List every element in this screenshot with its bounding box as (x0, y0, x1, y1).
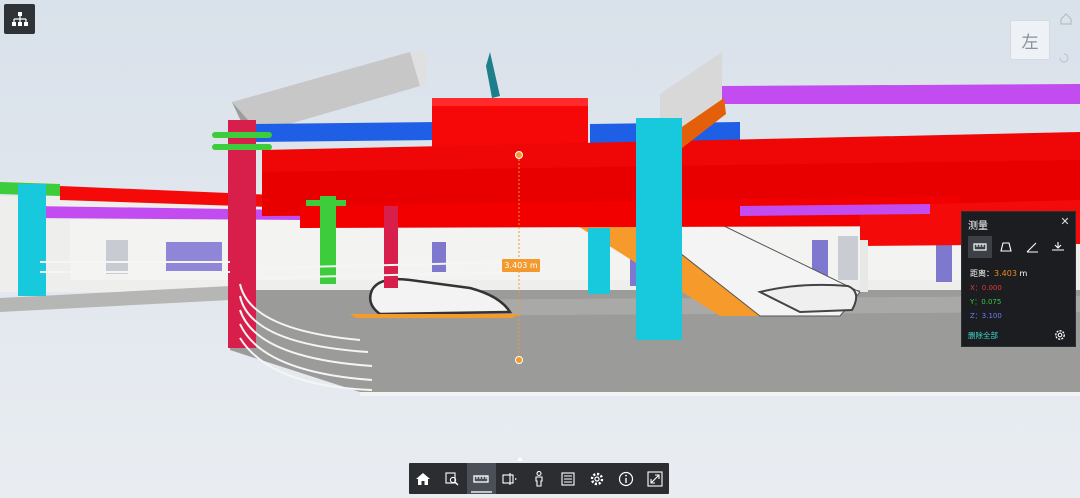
angle-icon (1026, 242, 1038, 253)
x-value: 0.000 (981, 284, 1002, 292)
gear-icon[interactable] (1053, 328, 1067, 342)
viewcube-rotate-icon[interactable] (1058, 52, 1070, 64)
distance-value: 3.403 (994, 269, 1017, 278)
viewcube-face-label: 左 (1021, 32, 1039, 53)
y-row: Y：0.075 (970, 297, 1001, 307)
ruler-icon (473, 474, 489, 483)
measure-panel-title: 测量 (968, 221, 988, 232)
measurement-label: 3.403 m (502, 259, 540, 272)
ruler-icon (973, 243, 987, 251)
distance-label: 距离： (970, 269, 994, 278)
viewcube-home-button[interactable] (1057, 10, 1075, 28)
clear-all-button[interactable]: 删除全部 (968, 330, 998, 341)
area-icon (1000, 242, 1012, 252)
settings-button[interactable] (582, 463, 611, 494)
info-button[interactable] (611, 463, 640, 494)
close-icon[interactable]: ✕ (1059, 215, 1071, 229)
hierarchy-icon (11, 12, 28, 26)
y-label: Y： (970, 298, 982, 306)
section-button[interactable] (496, 463, 525, 494)
fullscreen-button[interactable] (640, 463, 669, 494)
angle-mode-button[interactable] (1020, 236, 1044, 258)
distance-unit: m (1019, 269, 1028, 278)
elevation-mode-button[interactable] (1046, 236, 1070, 258)
distance-mode-button[interactable] (968, 236, 992, 258)
section-box-icon (502, 472, 518, 485)
home-view-button[interactable] (409, 463, 438, 494)
submenu-caret-icon (517, 457, 523, 461)
elevation-icon (1052, 242, 1064, 251)
distance-row: 距离：3.403 m (970, 268, 1027, 279)
model-viewport[interactable] (0, 0, 1080, 498)
measure-button[interactable] (466, 463, 496, 494)
fullscreen-icon (647, 470, 663, 487)
model-tree-button[interactable] (4, 4, 35, 34)
z-label: Z： (970, 312, 982, 320)
x-row: X：0.000 (970, 283, 1002, 293)
zoom-region-button[interactable] (438, 463, 467, 494)
home-icon (1060, 13, 1072, 25)
x-label: X： (970, 284, 982, 292)
area-mode-button[interactable] (994, 236, 1018, 258)
y-value: 0.075 (981, 298, 1002, 306)
properties-list-button[interactable] (553, 463, 582, 494)
person-icon (535, 470, 543, 487)
gear-icon (590, 472, 603, 485)
z-row: Z：3.100 (970, 311, 1002, 321)
walk-button[interactable] (525, 463, 554, 494)
z-value: 3.100 (981, 312, 1002, 320)
zoom-region-icon (445, 471, 459, 485)
info-icon (618, 471, 633, 486)
viewcube[interactable]: 左 (1010, 20, 1050, 60)
bottom-toolbar (409, 463, 669, 494)
measure-panel: 测量 ✕ 距离：3.403 m X：0.000 Y：0.075 Z：3.100 … (961, 211, 1076, 347)
home-icon (416, 472, 431, 485)
list-icon (561, 471, 575, 486)
